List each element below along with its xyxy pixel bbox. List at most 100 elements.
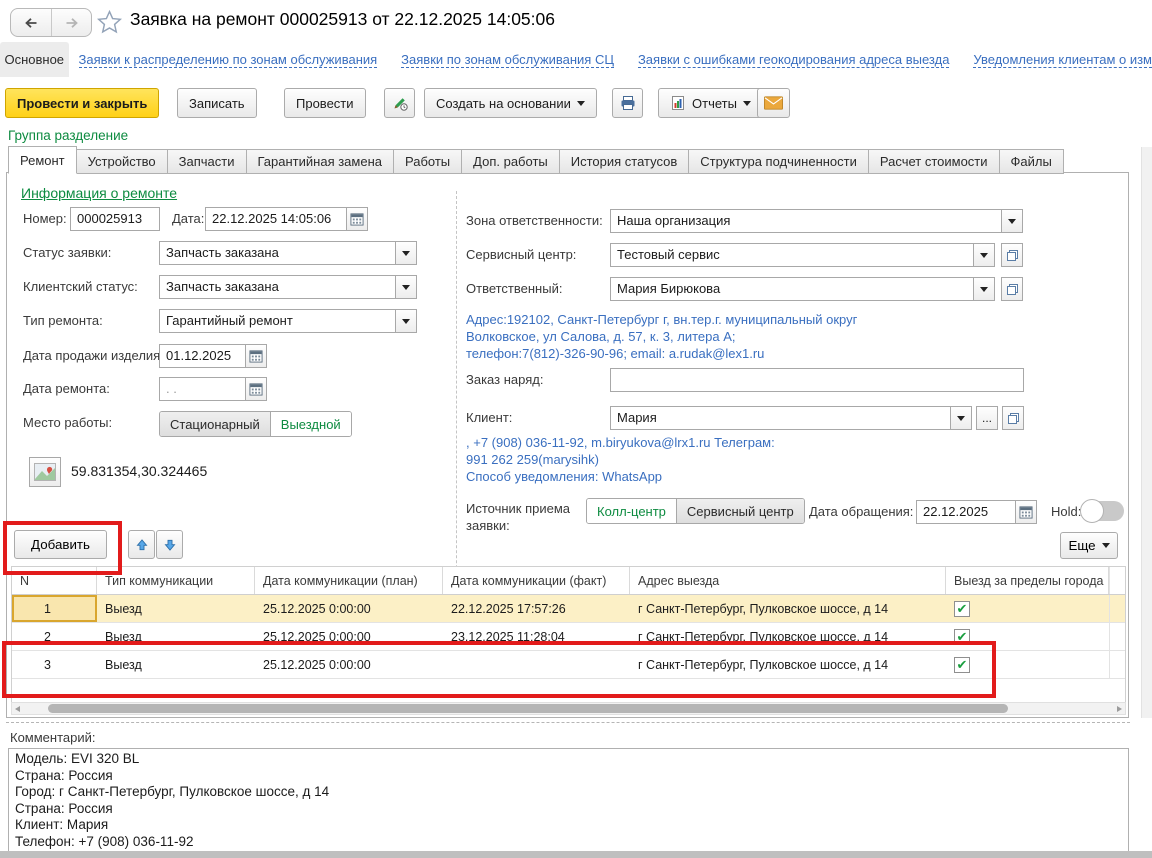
client-status-input[interactable]: Запчасть заказана	[159, 275, 396, 299]
client-choose-button[interactable]: ...	[976, 406, 998, 430]
post-button[interactable]: Провести	[284, 88, 366, 118]
back-button[interactable]	[11, 9, 51, 36]
tab-subordination-structure[interactable]: Структура подчиненности	[688, 149, 869, 174]
tab-spare-parts[interactable]: Запчасти	[167, 149, 247, 174]
repair-date-input[interactable]: . .	[159, 377, 246, 401]
tab-files[interactable]: Файлы	[999, 149, 1064, 174]
date-input[interactable]: 22.12.2025 14:05:06	[205, 207, 347, 231]
comment-input[interactable]: Модель: EVI 320 BL Страна: Россия Город:…	[8, 748, 1129, 852]
nav-link-client-notifications[interactable]: Уведомления клиентам о изм	[973, 52, 1152, 68]
tab-device[interactable]: Устройство	[76, 149, 168, 174]
tab-extra-works[interactable]: Доп. работы	[461, 149, 560, 174]
client-input[interactable]: Мария	[610, 406, 951, 430]
service-center-open-button[interactable]	[1001, 243, 1023, 267]
scroll-left-icon[interactable]	[15, 706, 20, 712]
calendar-icon	[249, 382, 263, 396]
post-and-close-button[interactable]: Провести и закрыть	[5, 88, 159, 118]
nav-link-service-zones[interactable]: Заявки по зонам обслуживания СЦ	[401, 52, 614, 68]
tab-warranty-replacement[interactable]: Гарантийная замена	[246, 149, 394, 174]
scrollbar-thumb[interactable]	[48, 704, 1008, 713]
column-header-out-of-city[interactable]: Выезд за пределы города	[946, 567, 1109, 594]
chevron-down-icon	[402, 319, 410, 324]
client-label: Клиент:	[466, 410, 512, 425]
print-button[interactable]	[612, 88, 643, 118]
scroll-right-icon[interactable]	[1117, 706, 1122, 712]
group-separation-link[interactable]: Группа разделение	[8, 128, 128, 143]
table-row-3[interactable]: 3 Выезд 25.12.2025 0:00:00 г Санкт-Петер…	[12, 651, 1125, 679]
hold-toggle[interactable]	[1082, 501, 1124, 521]
edit-button[interactable]	[384, 88, 415, 118]
request-date-input[interactable]: 22.12.2025	[916, 500, 1016, 524]
table-row-1[interactable]: 1 Выезд 25.12.2025 0:00:00 22.12.2025 17…	[12, 595, 1125, 623]
client-status-dropdown-button[interactable]	[395, 275, 417, 299]
responsible-open-button[interactable]	[1001, 277, 1023, 301]
status-input[interactable]: Запчасть заказана	[159, 241, 396, 265]
column-header-type[interactable]: Тип коммуникации	[97, 567, 255, 594]
tab-main[interactable]: Основное	[0, 42, 69, 77]
nav-link-distribution-zones[interactable]: Заявки к распределению по зонам обслужив…	[79, 52, 378, 68]
vertical-scrollbar-track[interactable]	[1141, 147, 1152, 718]
repair-info-section-link[interactable]: Информация о ремонте	[21, 185, 177, 201]
work-place-option-stationary[interactable]: Стационарный	[160, 412, 270, 436]
date-calendar-button[interactable]	[346, 207, 368, 231]
sale-date-input[interactable]: 01.12.2025	[159, 344, 246, 368]
tab-works[interactable]: Работы	[393, 149, 462, 174]
client-open-button[interactable]	[1002, 406, 1024, 430]
add-row-button[interactable]: Добавить	[14, 530, 107, 559]
mail-button[interactable]	[757, 88, 790, 118]
out-of-city-checkbox[interactable]: ✔	[954, 601, 970, 617]
check-icon: ✔	[957, 658, 968, 671]
out-of-city-checkbox[interactable]: ✔	[954, 629, 970, 645]
responsible-dropdown-button[interactable]	[973, 277, 995, 301]
status-dropdown-button[interactable]	[395, 241, 417, 265]
work-order-input[interactable]	[610, 368, 1024, 392]
tab-status-history[interactable]: История статусов	[559, 149, 690, 174]
table-scroll-gutter	[1109, 567, 1125, 594]
more-label: Еще	[1068, 538, 1095, 553]
work-place-label: Место работы:	[23, 415, 112, 430]
repair-date-calendar-button[interactable]	[245, 377, 267, 401]
number-input[interactable]: 000025913	[70, 207, 160, 231]
move-up-button[interactable]	[128, 530, 155, 559]
create-based-on-button[interactable]: Создать на основании	[424, 88, 597, 118]
responsibility-zone-input[interactable]: Наша организация	[610, 209, 1002, 233]
repair-type-input[interactable]: Гарантийный ремонт	[159, 309, 396, 333]
client-dropdown-button[interactable]	[950, 406, 972, 430]
chevron-down-icon	[402, 251, 410, 256]
toggle-knob	[1080, 499, 1104, 523]
arrow-up-icon	[135, 538, 149, 552]
table-row-2[interactable]: 2 Выезд 25.12.2025 0:00:00 23.12.2025 11…	[12, 623, 1125, 651]
sale-date-calendar-button[interactable]	[245, 344, 267, 368]
service-center-input[interactable]: Тестовый сервис	[610, 243, 974, 267]
column-header-n[interactable]: N	[12, 567, 97, 594]
intake-source-option-service-center[interactable]: Сервисный центр	[676, 499, 804, 523]
favorite-star-icon[interactable]	[97, 9, 122, 37]
tab-repair[interactable]: Ремонт	[8, 146, 77, 174]
repair-type-dropdown-button[interactable]	[395, 309, 417, 333]
client-contacts-link[interactable]: , +7 (908) 036-11-92, m.biryukova@lrx1.r…	[466, 434, 946, 485]
forward-button[interactable]	[51, 9, 91, 36]
save-button[interactable]: Записать	[177, 88, 257, 118]
move-down-button[interactable]	[156, 530, 183, 559]
tab-cost-calculation[interactable]: Расчет стоимости	[868, 149, 1000, 174]
form-splitter[interactable]	[6, 722, 1130, 723]
more-button[interactable]: Еще	[1060, 532, 1118, 559]
service-center-dropdown-button[interactable]	[973, 243, 995, 267]
service-center-address-link[interactable]: Адрес:192102, Санкт-Петербург г, вн.тер.…	[466, 311, 946, 362]
map-button[interactable]	[29, 457, 61, 487]
intake-source-option-call-center[interactable]: Колл-центр	[587, 499, 676, 523]
column-header-plan-date[interactable]: Дата коммуникации (план)	[255, 567, 443, 594]
work-place-option-field[interactable]: Выездной	[270, 412, 351, 436]
request-date-calendar-button[interactable]	[1015, 500, 1037, 524]
responsibility-zone-dropdown-button[interactable]	[1001, 209, 1023, 233]
out-of-city-checkbox[interactable]: ✔	[954, 657, 970, 673]
column-header-fact-date[interactable]: Дата коммуникации (факт)	[443, 567, 630, 594]
horizontal-scrollbar[interactable]	[11, 702, 1126, 715]
table-scroll-gutter	[1109, 595, 1125, 622]
nav-link-geocoding-errors[interactable]: Заявки с ошибками геокодирования адреса …	[638, 52, 949, 68]
printer-icon	[620, 95, 636, 111]
responsible-input[interactable]: Мария Бирюкова	[610, 277, 974, 301]
date-label: Дата:	[172, 211, 204, 226]
reports-button[interactable]: Отчеты	[658, 88, 763, 118]
column-header-address[interactable]: Адрес выезда	[630, 567, 946, 594]
